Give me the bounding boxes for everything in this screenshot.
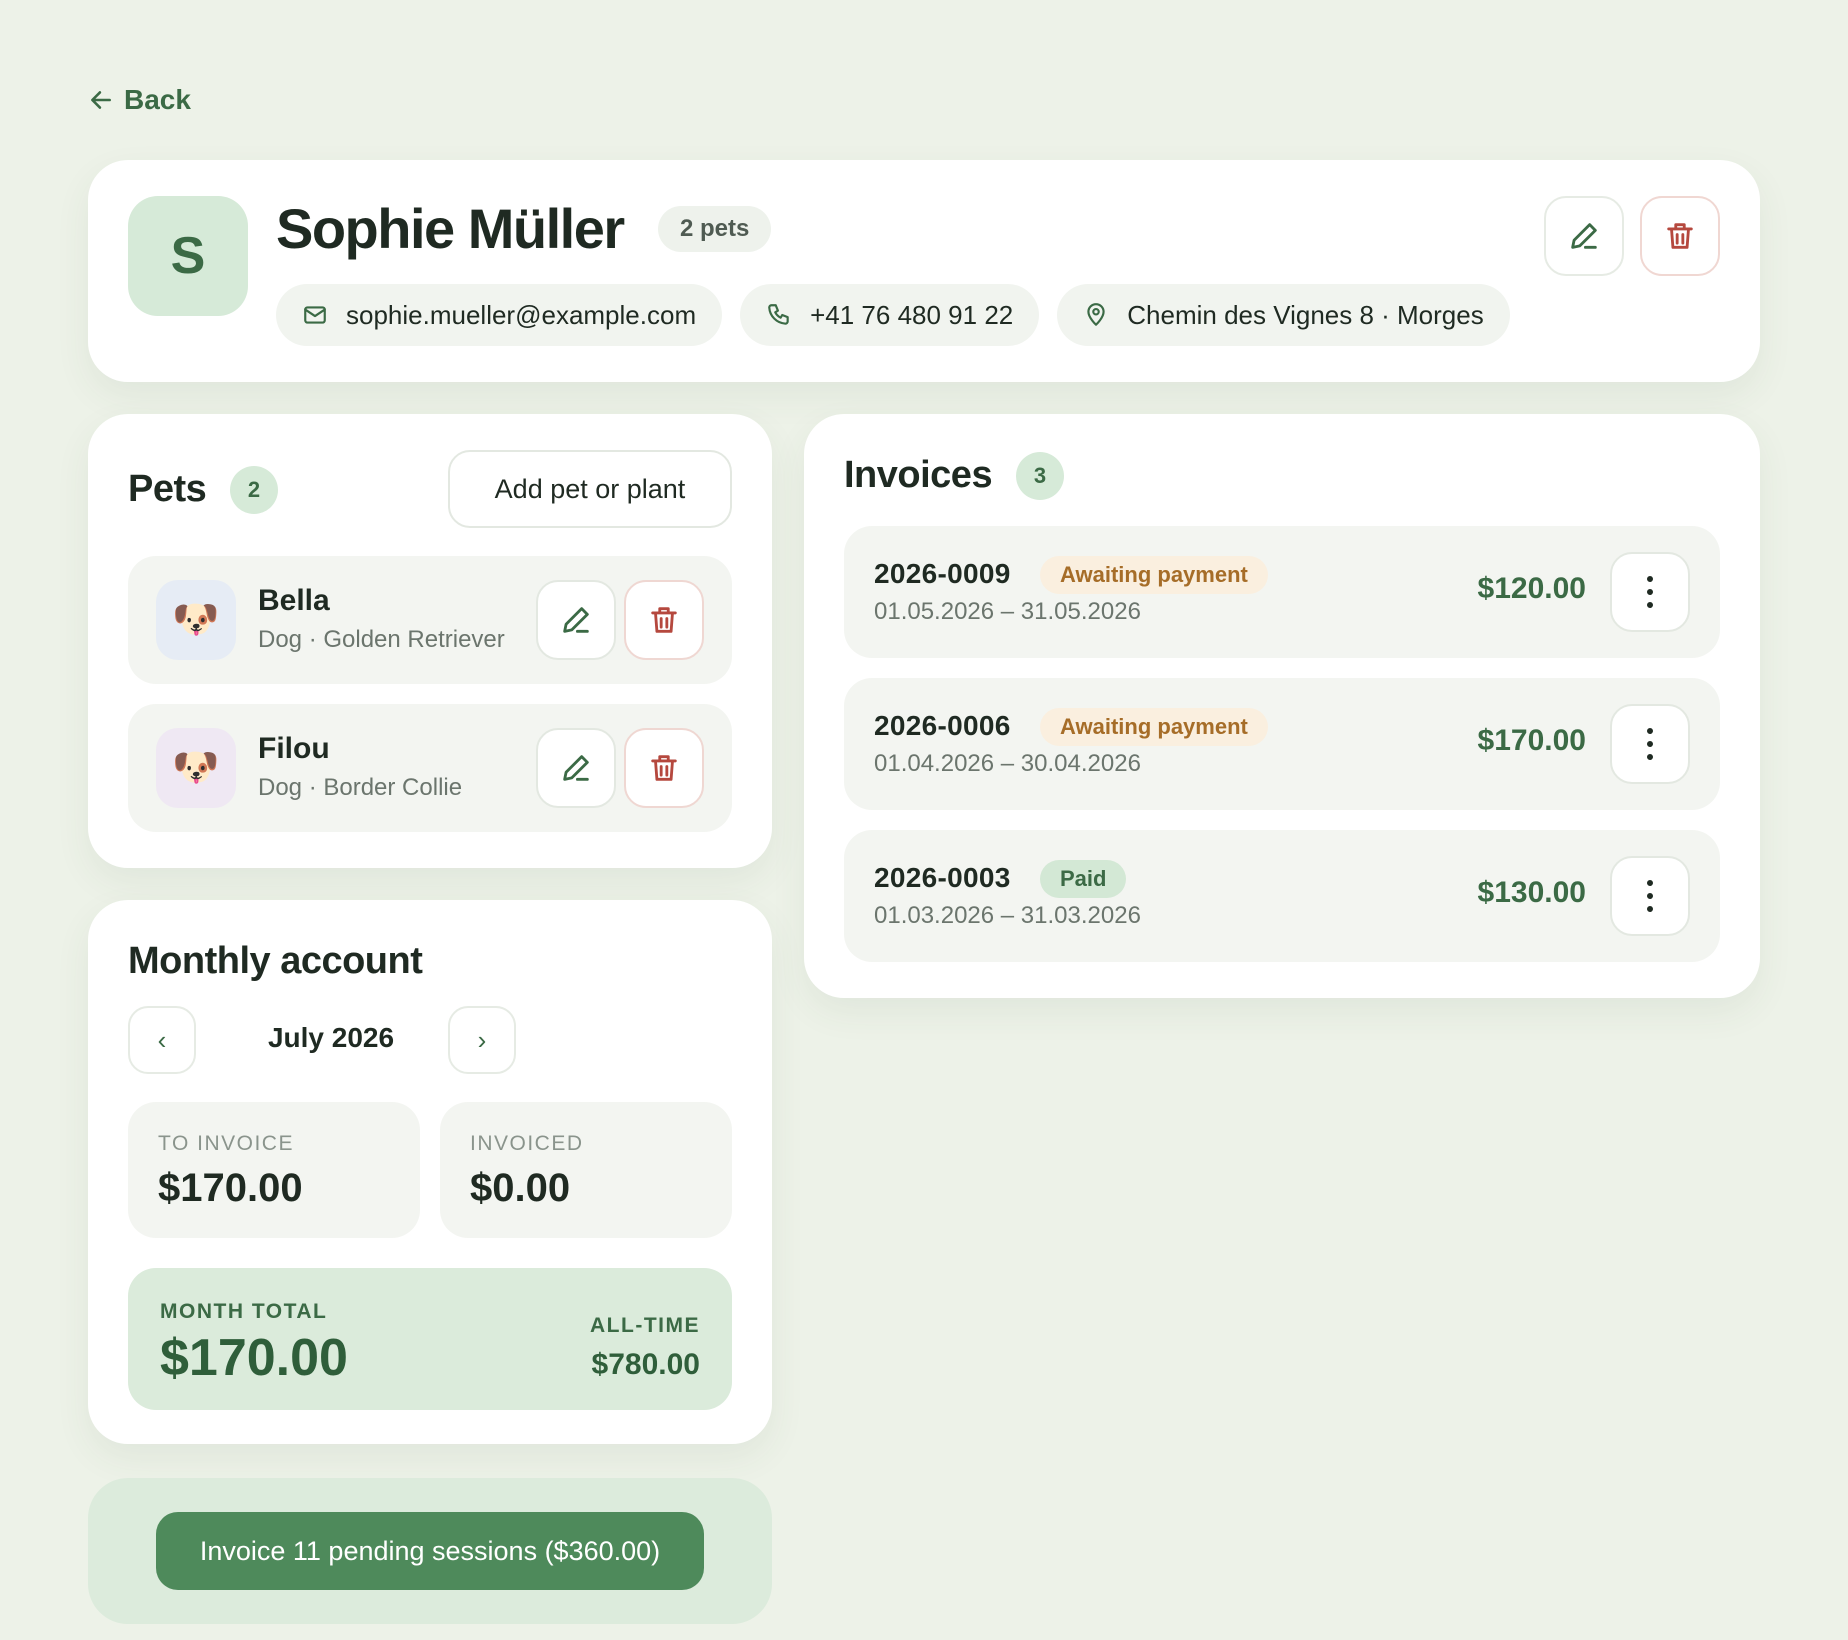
invoice-amount: $130.00 (1477, 876, 1586, 909)
invoice-row[interactable]: 2026-0009 Awaiting payment 01.05.2026 – … (844, 526, 1720, 658)
invoice-period: 01.03.2026 – 31.03.2026 (874, 902, 1141, 929)
month-total-value: $170.00 (160, 1329, 348, 1387)
invoices-card: Invoices 3 2026-0009 Awaiting payment 01… (804, 414, 1760, 998)
pet-row[interactable]: 🐶 Filou Dog · Border Collie (128, 704, 732, 832)
alltime-label: ALL-TIME (590, 1314, 700, 1337)
pet-name: Bella (258, 584, 330, 617)
invoice-number: 2026-0009 (874, 558, 1011, 589)
status-badge: Awaiting payment (1040, 556, 1268, 594)
to-invoice-label: TO INVOICE (158, 1132, 294, 1155)
monthly-account-card: Monthly account ‹ July 2026 › TO INVOICE… (88, 900, 772, 1444)
status-badge: Awaiting payment (1040, 708, 1268, 746)
dog-icon: 🐶 (156, 580, 236, 660)
edit-pet-button[interactable] (536, 728, 616, 808)
pencil-icon (563, 607, 589, 633)
invoice-more-button[interactable] (1610, 704, 1690, 784)
alltime-value: $780.00 (591, 1348, 700, 1381)
invoice-amount: $170.00 (1477, 724, 1586, 757)
pet-row[interactable]: 🐶 Bella Dog · Golden Retriever (128, 556, 732, 684)
client-header-card: S Sophie Müller 2 pets sophie.mueller@ex… (88, 160, 1760, 382)
invoice-period: 01.04.2026 – 30.04.2026 (874, 750, 1141, 777)
trash-icon (1667, 223, 1693, 249)
more-vertical-icon (1647, 728, 1653, 760)
edit-client-button[interactable] (1544, 196, 1624, 276)
invoice-amount: $120.00 (1477, 572, 1586, 605)
phone-text: +41 76 480 91 22 (810, 299, 1014, 330)
invoiced-label: INVOICED (470, 1132, 584, 1155)
invoiced-value: $0.00 (470, 1166, 571, 1210)
email-text: sophie.mueller@example.com (346, 299, 697, 330)
pets-count-chip: 2 pets (658, 206, 772, 252)
address-chip[interactable]: Chemin des Vignes 8 · Morges (1057, 284, 1510, 346)
invoiced-stat: INVOICED $0.00 (440, 1102, 732, 1238)
invoices-count-badge: 3 (1016, 452, 1064, 500)
prev-month-button[interactable]: ‹ (128, 1006, 196, 1074)
arrow-left-icon (91, 91, 111, 109)
month-total-box: MONTH TOTAL $170.00 ALL-TIME $780.00 (128, 1268, 732, 1410)
month-label: July 2026 (267, 1022, 395, 1053)
invoice-pending-button[interactable]: Invoice 11 pending sessions ($360.00) (156, 1512, 704, 1590)
phone-icon (768, 304, 789, 325)
avatar: S (128, 196, 248, 316)
invoice-number: 2026-0003 (874, 862, 1011, 893)
pets-card: Pets 2 Add pet or plant 🐶 Bella Dog · Go… (88, 414, 772, 868)
trash-icon (651, 607, 677, 633)
invoice-more-button[interactable] (1610, 552, 1690, 632)
dog-icon: 🐶 (156, 728, 236, 808)
map-pin-icon (1087, 303, 1105, 326)
invoice-period: 01.05.2026 – 31.05.2026 (874, 598, 1141, 625)
trash-icon (651, 755, 677, 781)
back-link[interactable]: Back (88, 84, 191, 116)
invoice-row[interactable]: 2026-0003 Paid 01.03.2026 – 31.03.2026 $… (844, 830, 1720, 962)
invoice-row[interactable]: 2026-0006 Awaiting payment 01.04.2026 – … (844, 678, 1720, 810)
pet-name: Filou (258, 732, 330, 765)
invoices-title: Invoices (844, 454, 993, 496)
back-label: Back (124, 84, 191, 115)
contact-row: sophie.mueller@example.com +41 76 480 91… (276, 284, 1510, 346)
next-month-button[interactable]: › (448, 1006, 516, 1074)
more-vertical-icon (1647, 880, 1653, 912)
pet-breed: Dog · Golden Retriever (258, 626, 505, 653)
pets-title: Pets (128, 468, 207, 510)
phone-chip[interactable]: +41 76 480 91 22 (740, 284, 1040, 346)
pet-breed: Dog · Border Collie (258, 774, 463, 801)
monthly-account-title: Monthly account (128, 940, 423, 982)
add-pet-button[interactable]: Add pet or plant (448, 450, 732, 528)
invoice-more-button[interactable] (1610, 856, 1690, 936)
pets-count-badge: 2 (230, 466, 278, 514)
pencil-icon (563, 755, 589, 781)
to-invoice-stat: TO INVOICE $170.00 (128, 1102, 420, 1238)
to-invoice-value: $170.00 (158, 1166, 303, 1210)
address-text: Chemin des Vignes 8 · Morges (1127, 299, 1484, 330)
mail-icon (304, 306, 326, 324)
delete-pet-button[interactable] (624, 580, 704, 660)
chevron-left-icon: ‹ (157, 1024, 167, 1055)
pencil-icon (1571, 223, 1597, 249)
chevron-right-icon: › (477, 1024, 487, 1055)
client-name: Sophie Müller (276, 197, 625, 260)
more-vertical-icon (1647, 576, 1653, 608)
delete-pet-button[interactable] (624, 728, 704, 808)
email-chip[interactable]: sophie.mueller@example.com (276, 284, 723, 346)
month-total-label: MONTH TOTAL (160, 1300, 328, 1323)
pending-sessions-panel: Invoice 11 pending sessions ($360.00) (88, 1478, 772, 1624)
status-badge: Paid (1040, 860, 1127, 898)
delete-client-button[interactable] (1640, 196, 1720, 276)
edit-pet-button[interactable] (536, 580, 616, 660)
invoice-number: 2026-0006 (874, 710, 1011, 741)
